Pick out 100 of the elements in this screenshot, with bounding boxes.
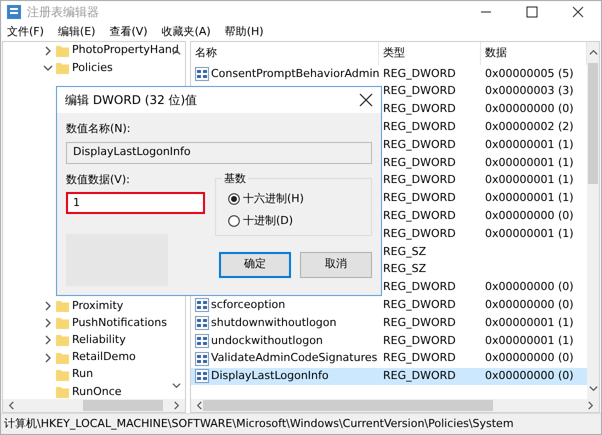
close-icon[interactable]	[359, 93, 373, 107]
value-data: 0x00000001 (1)	[485, 226, 574, 242]
column-header[interactable]: 类型	[383, 45, 405, 62]
value-type: REG_DWORD	[383, 83, 456, 100]
value-name-field[interactable]: DisplayLastLogonInfo	[66, 142, 372, 164]
binary-value-icon	[195, 334, 209, 348]
value-type: REG_DWORD	[383, 279, 456, 296]
value-type: REG_DWORD	[383, 172, 456, 188]
scroll-down-icon[interactable]	[588, 384, 598, 393]
scroll-left-icon[interactable]	[195, 401, 204, 410]
value-data: 0x00000001 (1)	[485, 154, 574, 171]
value-type: REG_DWORD	[383, 136, 456, 153]
value-type: REG_DWORD	[383, 332, 456, 349]
expand-icon[interactable]	[43, 300, 53, 311]
folder-icon	[56, 334, 69, 346]
value-data: 0x00000000 (0)	[485, 297, 574, 313]
menu-item[interactable]: 查看(V)	[103, 24, 156, 40]
dialog-title: 编辑 DWORD (32 位)值	[65, 92, 198, 109]
ok-button[interactable]: 确定	[219, 252, 291, 278]
tree-item[interactable]: Run	[72, 366, 94, 383]
scroll-thumb[interactable]	[203, 400, 493, 411]
tree-item[interactable]: PhotoPropertyHand	[72, 42, 179, 59]
window-title: 注册表编辑器	[27, 4, 99, 21]
value-name[interactable]: shutdownwithoutlogon	[211, 314, 336, 332]
value-name[interactable]: ConsentPromptBehaviorAdmin	[211, 66, 380, 82]
value-name[interactable]: undockwithoutlogon	[211, 332, 323, 350]
cancel-button[interactable]: 取消	[300, 252, 372, 278]
folder-icon	[56, 352, 69, 364]
value-type: REG_DWORD	[383, 66, 456, 82]
status-path: 计算机\HKEY_LOCAL_MACHINE\SOFTWARE\Microsoft\Windows\CurrentVersion\Policies\System	[4, 416, 514, 432]
value-type: REG_DWORD	[383, 314, 456, 331]
field-label: 数值数据(V):	[66, 172, 131, 188]
folder-icon	[56, 62, 69, 74]
value-name[interactable]: ValidateAdminCodeSignatures	[211, 350, 378, 367]
value-data: 0x00000000 (0)	[485, 208, 574, 224]
app-icon	[7, 5, 21, 19]
tree-item[interactable]: RunOnce	[72, 384, 122, 399]
binary-value-icon	[195, 316, 209, 330]
radio-selected-icon[interactable]	[228, 192, 240, 205]
menu-item[interactable]: 收藏夹(A)	[156, 24, 219, 40]
field-label: 数值名称(N):	[66, 121, 132, 137]
value-name[interactable]: scforceoption	[211, 297, 286, 314]
binary-value-icon	[195, 352, 209, 366]
value-type: REG_DWORD	[383, 154, 456, 171]
radio-label[interactable]: 十六进制(H)	[243, 190, 304, 207]
value-data: 0x00000001 (1)	[485, 314, 574, 331]
value-data: 0x00000001 (1)	[485, 332, 574, 349]
scroll-right-icon[interactable]	[586, 401, 595, 410]
menu-item[interactable]: 编辑(E)	[52, 24, 104, 40]
value-type: REG_DWORD	[383, 101, 456, 118]
value-type: REG_DWORD	[383, 297, 456, 313]
value-data: 0x00000001 (1)	[485, 190, 574, 206]
scroll-left-icon[interactable]	[7, 401, 16, 410]
scroll-thumb[interactable]	[83, 400, 164, 411]
value-data: 0x00000000 (0)	[485, 368, 574, 384]
value-data-field[interactable]: 1	[66, 192, 205, 214]
value-type: REG_DWORD	[383, 368, 456, 384]
value-type: REG_DWORD	[383, 190, 456, 206]
tree-item[interactable]: PushNotifications	[72, 314, 167, 332]
scroll-down-icon[interactable]	[172, 381, 181, 390]
selected-row[interactable]: DisplayLastLogonInfo REG_DWORD 0x00000000 (0)	[191, 368, 587, 386]
radio-label[interactable]: 十进制(D)	[243, 213, 294, 230]
scroll-up-icon[interactable]	[588, 48, 598, 57]
menu-item[interactable]: 文件(F)	[1, 24, 52, 40]
binary-value-icon	[195, 298, 209, 312]
expand-icon[interactable]	[43, 318, 53, 328]
tree-item[interactable]: Proximity	[72, 298, 124, 314]
menu-item[interactable]: 帮助(H)	[218, 24, 272, 40]
expand-icon[interactable]	[43, 335, 53, 346]
folder-icon	[56, 317, 69, 330]
binary-value-icon	[195, 66, 209, 81]
value-data: 0x00000001 (1)	[485, 136, 574, 153]
value-data: 0x00000000 (0)	[485, 279, 574, 296]
value-data: 0x00000001 (1)	[485, 172, 574, 188]
value-type: REG_SZ	[383, 261, 426, 278]
folder-icon	[56, 44, 69, 57]
value-type: REG_SZ	[383, 244, 426, 260]
value-type: REG_DWORD	[383, 119, 456, 136]
scroll-right-icon[interactable]	[172, 401, 181, 410]
expand-icon[interactable]	[43, 46, 53, 56]
value-data: 0x00000000 (0)	[485, 350, 574, 366]
radio-icon[interactable]	[228, 215, 240, 228]
binary-value-icon	[195, 369, 209, 384]
folder-icon	[56, 368, 69, 381]
collapse-icon[interactable]	[43, 62, 53, 73]
scroll-thumb[interactable]	[588, 63, 598, 184]
value-type: REG_DWORD	[383, 208, 456, 224]
tree-item[interactable]: RetailDemo	[72, 349, 136, 366]
expand-icon[interactable]	[43, 352, 53, 363]
value-type: REG_DWORD	[383, 350, 456, 366]
value-data: 0x00000000 (0)	[485, 101, 574, 118]
value-name[interactable]: DisplayLastLogonInfo	[211, 368, 329, 385]
tree-item[interactable]: Policies	[72, 60, 113, 76]
value-data: 0x00000003 (3)	[485, 83, 574, 100]
value-type: REG_DWORD	[383, 226, 456, 242]
value-data: 0x00000002 (2)	[485, 119, 574, 136]
folder-icon	[56, 300, 69, 312]
column-header[interactable]: 数据	[485, 45, 507, 62]
tree-item[interactable]: Reliability	[72, 332, 126, 349]
column-header[interactable]: 名称	[195, 45, 217, 62]
